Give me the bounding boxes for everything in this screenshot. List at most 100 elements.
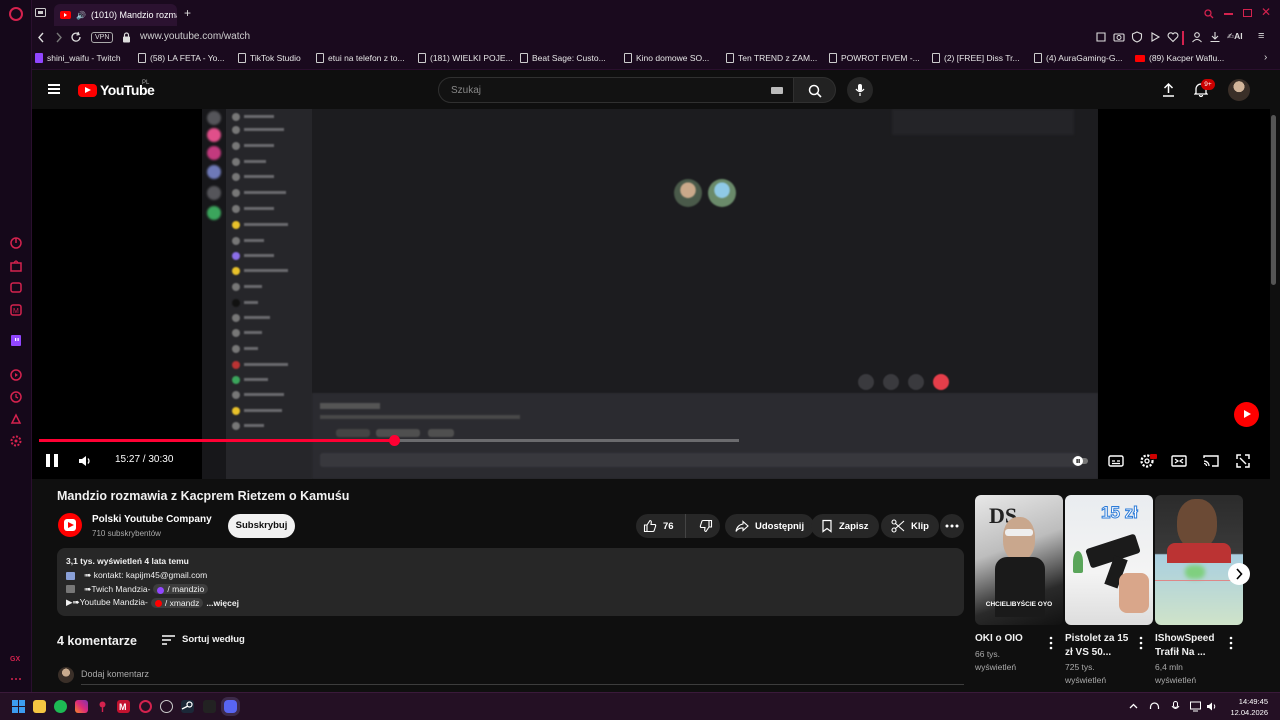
messenger-icon[interactable] [9, 281, 23, 295]
search-input[interactable]: Szukaj [438, 77, 794, 103]
snapshot-icon[interactable] [1095, 31, 1107, 43]
subtitles-icon[interactable] [1108, 453, 1124, 469]
windows-start-icon[interactable] [12, 700, 25, 713]
recommendation-thumbnail[interactable] [1155, 495, 1243, 625]
workspaces-icon[interactable] [35, 8, 46, 18]
avatar[interactable] [1228, 79, 1250, 101]
music-player-icon[interactable]: M [9, 303, 23, 317]
keyboard-icon[interactable] [771, 87, 783, 94]
more-actions-button[interactable] [940, 514, 964, 538]
maximize-button[interactable] [1243, 9, 1252, 17]
tray-overflow-icon[interactable] [1128, 701, 1139, 712]
instagram-icon[interactable] [75, 700, 88, 713]
search-button[interactable] [794, 77, 836, 103]
upload-button[interactable] [1162, 82, 1175, 97]
add-comment-input[interactable]: Dodaj komentarz [81, 669, 149, 679]
cast-icon[interactable] [1203, 453, 1219, 469]
aria-ai-icon[interactable] [9, 236, 23, 250]
player-icon[interactable] [9, 368, 23, 382]
forward-icon[interactable] [54, 32, 63, 43]
lock-icon[interactable] [122, 32, 131, 43]
back-icon[interactable] [37, 32, 46, 43]
page-scrollbar[interactable] [1271, 115, 1276, 285]
url-field[interactable]: www.youtube.com/watch [140, 31, 250, 42]
bookmarks-overflow-icon[interactable]: › [1264, 52, 1267, 63]
autoplay-toggle[interactable] [1071, 453, 1088, 469]
video-frame[interactable] [202, 109, 1098, 479]
bookmark-item[interactable]: etui na telefon z to... [316, 53, 405, 63]
play-icon[interactable] [1149, 31, 1161, 43]
aria-ai-button[interactable]: ✍AI [1227, 31, 1243, 42]
terminal-icon[interactable] [203, 700, 216, 713]
twitch-icon[interactable] [9, 334, 23, 348]
microphone-tray-icon[interactable] [1170, 701, 1181, 712]
file-explorer-icon[interactable] [33, 700, 46, 713]
settings-icon[interactable] [9, 434, 23, 448]
fullscreen-icon[interactable] [1235, 453, 1251, 469]
channel-watermark-icon[interactable] [1234, 402, 1259, 427]
save-button[interactable]: Zapisz [811, 514, 879, 538]
bookmark-item[interactable]: (89) Kacper Waflu... [1135, 53, 1224, 63]
share-button[interactable]: Udostępnij [725, 514, 815, 538]
volume-icon[interactable] [78, 454, 92, 468]
spotify-icon[interactable] [54, 700, 67, 713]
more-vertical-icon[interactable] [1229, 636, 1233, 650]
system-clock[interactable]: 14:49:45 12.04.2026 [1226, 696, 1268, 718]
pause-icon[interactable] [46, 454, 58, 467]
display-icon[interactable] [1190, 701, 1201, 712]
shopping-icon[interactable] [9, 259, 23, 273]
bookmark-item[interactable]: TikTok Studio [238, 53, 301, 63]
progress-bar[interactable] [39, 435, 739, 446]
camera-icon[interactable] [1113, 31, 1125, 43]
app-m-icon[interactable]: M [117, 700, 130, 713]
menu-icon[interactable]: ≡ [1258, 30, 1264, 42]
sort-comments-button[interactable]: Sortuj według [162, 634, 245, 645]
settings-gear-icon[interactable] [1139, 453, 1157, 469]
download-icon[interactable] [1209, 31, 1221, 43]
block-ads-icon[interactable] [1131, 31, 1143, 43]
minimize-button[interactable] [1224, 13, 1233, 15]
like-button[interactable]: 76 [636, 514, 687, 538]
opera-gx-icon[interactable] [139, 700, 152, 713]
reload-icon[interactable] [70, 31, 82, 43]
recommendations-next-button[interactable] [1228, 563, 1250, 585]
recommendation-card[interactable]: DS CHCIELIBYŚCIE OYO OKI o OIO 66 tys. w… [975, 495, 1063, 672]
headphones-icon[interactable] [1149, 701, 1160, 712]
bookmark-item[interactable]: (58) LA FETA - Yo... [138, 53, 225, 63]
pin-icon[interactable] [96, 700, 109, 713]
new-tab-button[interactable]: + [184, 6, 191, 20]
tab-active[interactable]: 🔊 (1010) Mandzio rozmaw [54, 4, 177, 26]
recommendation-title[interactable]: Pistolet za 15 zł VS 50... [1065, 632, 1137, 660]
chatgpt-icon[interactable] [160, 700, 173, 713]
recommendation-card[interactable]: IShowSpeed Trafił Na ... 6,4 mln wyświet… [1155, 495, 1243, 685]
recommendation-title[interactable]: IShowSpeed Trafił Na ... [1155, 632, 1227, 660]
close-window-button[interactable]: ✕ [1261, 5, 1271, 19]
bookmark-item[interactable]: shini_waifu - Twitch [35, 53, 121, 63]
heart-icon[interactable] [1167, 31, 1179, 43]
bookmark-item[interactable]: (181) WIELKI POJE... [418, 53, 513, 63]
opera-logo-icon[interactable] [9, 7, 23, 21]
progress-scrubber[interactable] [388, 435, 400, 446]
more-sidebar-icon[interactable] [9, 672, 23, 686]
video-player[interactable]: 15:27 / 30:30 [32, 109, 1270, 479]
recommendation-title[interactable]: OKI o OIO [975, 632, 1047, 646]
hamburger-menu-icon[interactable] [48, 84, 60, 94]
pinboard-icon[interactable] [9, 412, 23, 426]
steam-icon[interactable] [181, 700, 194, 713]
channel-name[interactable]: Polski Youtube Company [92, 514, 212, 525]
youtube-link[interactable]: / xmandz [150, 597, 204, 608]
description-box[interactable]: 3,1 tys. wyświetleń 4 lata temu ⠀➠ konta… [57, 548, 964, 616]
bookmark-item[interactable]: Ten TREND z ZAM... [726, 53, 817, 63]
miniplayer-icon[interactable] [1171, 453, 1187, 469]
volume-tray-icon[interactable] [1206, 701, 1217, 712]
gx-icon[interactable]: GX [9, 651, 23, 665]
bookmark-item[interactable]: POWROT FIVEM -... [829, 53, 920, 63]
discord-icon[interactable] [224, 700, 237, 713]
bookmark-item[interactable]: (2) [FREE] Diss Tr... [932, 53, 1020, 63]
recommendation-thumbnail[interactable]: 15 zł [1065, 495, 1153, 625]
bookmark-item[interactable]: Beat Sage: Custo... [520, 53, 606, 63]
bookmark-item[interactable]: (4) AuraGaming-G... [1034, 53, 1123, 63]
clip-button[interactable]: Klip [881, 514, 939, 538]
profile-icon[interactable] [1191, 31, 1203, 43]
bookmark-item[interactable]: Kino domowe SO... [624, 53, 709, 63]
